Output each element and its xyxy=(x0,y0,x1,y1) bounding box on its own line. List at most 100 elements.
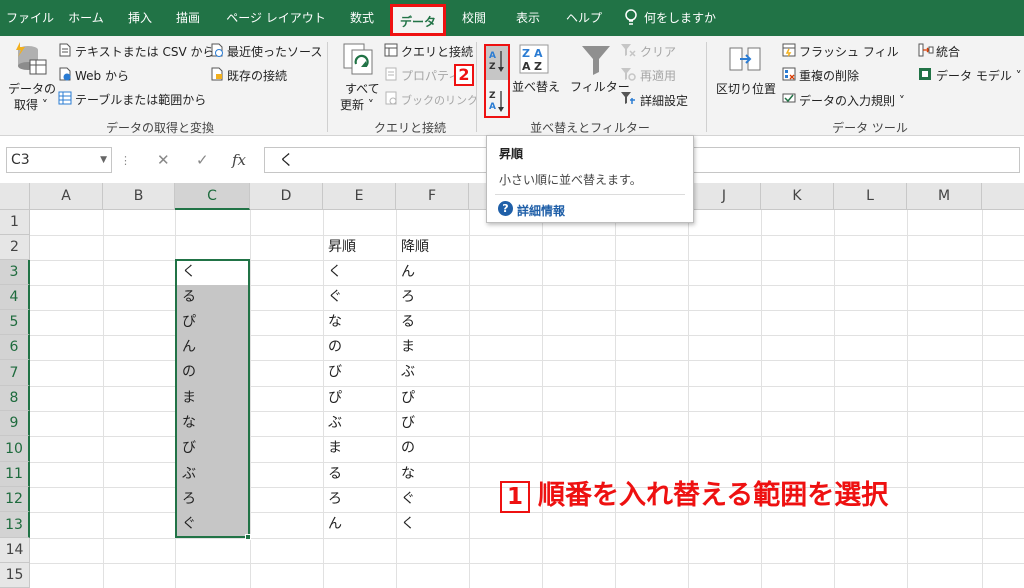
row-header-13[interactable]: 13 xyxy=(0,512,30,538)
consolidate-button[interactable]: 統合 xyxy=(936,43,960,60)
cell-f10[interactable]: の xyxy=(396,436,415,461)
tab-formulas[interactable]: 数式 xyxy=(346,0,378,36)
cell-c5[interactable]: ぴ xyxy=(177,310,196,335)
row-header-15[interactable]: 15 xyxy=(0,563,30,588)
refresh-all-icon[interactable] xyxy=(342,42,376,76)
recent-sources-button[interactable]: 最近使ったソース xyxy=(227,43,322,60)
column-header-c[interactable]: C xyxy=(175,183,250,210)
cell-c13[interactable]: ぐ xyxy=(177,512,196,537)
cell-e7[interactable]: び xyxy=(323,360,342,385)
column-header-b[interactable]: B xyxy=(103,183,175,210)
tab-file[interactable]: ファイル xyxy=(6,0,54,36)
row-header-14[interactable]: 14 xyxy=(0,538,30,563)
refresh-all-label-1[interactable]: すべて xyxy=(345,80,380,97)
row-header-5[interactable]: 5 xyxy=(0,310,30,335)
tab-view[interactable]: 表示 xyxy=(512,0,544,36)
remove-duplicates-button[interactable]: 重複の削除 xyxy=(799,67,859,84)
row-header-10[interactable]: 10 xyxy=(0,436,30,462)
queries-connections-button[interactable]: クエリと接続 xyxy=(401,43,473,60)
tooltip-more-info-link[interactable]: 詳細情報 xyxy=(517,202,565,219)
column-header-e[interactable]: E xyxy=(323,183,396,210)
cell-f3[interactable]: ん xyxy=(396,260,415,285)
column-header-f[interactable]: F xyxy=(396,183,469,210)
cell-f9[interactable]: び xyxy=(396,411,415,436)
clear-button[interactable]: クリア xyxy=(640,43,676,60)
get-data-label-1[interactable]: データの xyxy=(8,80,56,97)
column-header-j[interactable]: J xyxy=(688,183,761,210)
cell-e12[interactable]: ろ xyxy=(323,487,342,512)
cell-c9[interactable]: な xyxy=(177,411,196,436)
data-validation-button[interactable]: データの入力規則 ˅ xyxy=(799,92,905,109)
tab-home[interactable]: ホーム xyxy=(64,0,108,36)
flash-fill-button[interactable]: フラッシュ フィル xyxy=(799,43,899,60)
row-header-4[interactable]: 4 xyxy=(0,285,30,310)
enter-icon[interactable]: ✓ xyxy=(196,151,209,169)
properties-button[interactable]: プロパティ xyxy=(401,67,460,84)
row-header-2[interactable]: 2 xyxy=(0,235,30,260)
cell-e2[interactable]: 昇順 xyxy=(323,235,356,260)
filter-icon[interactable] xyxy=(580,44,612,76)
select-all-corner[interactable] xyxy=(0,183,30,210)
cell-f12[interactable]: ぐ xyxy=(396,487,415,512)
cell-c12[interactable]: ろ xyxy=(177,487,196,512)
column-header-n[interactable] xyxy=(982,183,1024,210)
cell-c8[interactable]: ま xyxy=(177,386,196,411)
existing-connections-button[interactable]: 既存の接続 xyxy=(227,67,287,84)
tab-data[interactable]: データ xyxy=(390,4,446,36)
from-text-csv-button[interactable]: テキストまたは CSV から xyxy=(75,43,214,60)
column-header-k[interactable]: K xyxy=(761,183,834,210)
cell-f8[interactable]: ぴ xyxy=(396,386,415,411)
cancel-icon[interactable]: ✕ xyxy=(157,151,170,169)
row-header-6[interactable]: 6 xyxy=(0,335,30,360)
insert-function-icon[interactable]: fx xyxy=(232,151,246,169)
tab-page-layout[interactable]: ページ レイアウト xyxy=(220,0,332,36)
column-header-d[interactable]: D xyxy=(250,183,323,210)
cell-e6[interactable]: の xyxy=(323,335,342,360)
reapply-button[interactable]: 再適用 xyxy=(640,67,676,84)
cell-c7[interactable]: の xyxy=(177,360,196,385)
tab-draw[interactable]: 描画 xyxy=(172,0,204,36)
edit-links-button[interactable]: ブックのリンク xyxy=(401,92,478,108)
cell-e3[interactable]: く xyxy=(323,260,342,285)
row-header-3[interactable]: 3 xyxy=(0,260,30,285)
advanced-button[interactable]: 詳細設定 xyxy=(640,92,688,109)
cell-f13[interactable]: く xyxy=(396,512,415,537)
cell-f7[interactable]: ぶ xyxy=(396,360,415,385)
cell-e9[interactable]: ぶ xyxy=(323,411,342,436)
cell-c3[interactable]: く xyxy=(177,260,196,285)
column-header-m[interactable]: M xyxy=(907,183,982,210)
tell-me-search[interactable]: 何をしますか xyxy=(644,0,724,36)
row-header-9[interactable]: 9 xyxy=(0,411,30,436)
cell-f11[interactable]: な xyxy=(396,462,415,487)
cell-f4[interactable]: ろ xyxy=(396,285,415,310)
chevron-down-icon[interactable]: ▼ xyxy=(100,148,107,172)
text-to-columns-icon[interactable] xyxy=(728,44,762,74)
tab-help[interactable]: ヘルプ xyxy=(562,0,606,36)
cell-e8[interactable]: ぴ xyxy=(323,386,342,411)
data-model-button[interactable]: データ モデル ˅ xyxy=(936,67,1022,84)
worksheet-grid[interactable]: A B C D E F G H I J K L M 1 2 3 4 5 6 7 … xyxy=(0,183,1024,588)
get-data-label-2[interactable]: 取得 ˅ xyxy=(14,96,48,113)
cell-c4[interactable]: る xyxy=(177,285,196,310)
sort-dialog-icon[interactable]: Z A A Z xyxy=(519,44,549,74)
row-header-8[interactable]: 8 xyxy=(0,386,30,411)
from-web-button[interactable]: Web から xyxy=(75,67,129,84)
get-data-icon[interactable] xyxy=(12,42,48,78)
cell-f5[interactable]: る xyxy=(396,310,415,335)
from-table-button[interactable]: テーブルまたは範囲から xyxy=(75,91,206,108)
text-to-columns-button[interactable]: 区切り位置 xyxy=(716,80,776,97)
cell-c6[interactable]: ん xyxy=(177,335,196,360)
row-header-1[interactable]: 1 xyxy=(0,210,30,235)
cell-f2[interactable]: 降順 xyxy=(396,235,429,260)
column-header-a[interactable]: A xyxy=(30,183,103,210)
cell-c11[interactable]: ぶ xyxy=(177,462,196,487)
cell-c10[interactable]: び xyxy=(177,436,196,461)
cell-e13[interactable]: ん xyxy=(323,512,342,537)
tab-insert[interactable]: 挿入 xyxy=(124,0,156,36)
row-header-7[interactable]: 7 xyxy=(0,360,30,386)
cell-e5[interactable]: な xyxy=(323,310,342,335)
cell-e4[interactable]: ぐ xyxy=(323,285,342,310)
row-header-12[interactable]: 12 xyxy=(0,487,30,512)
refresh-all-label-2[interactable]: 更新 ˅ xyxy=(340,96,374,113)
fill-handle[interactable] xyxy=(245,534,251,540)
